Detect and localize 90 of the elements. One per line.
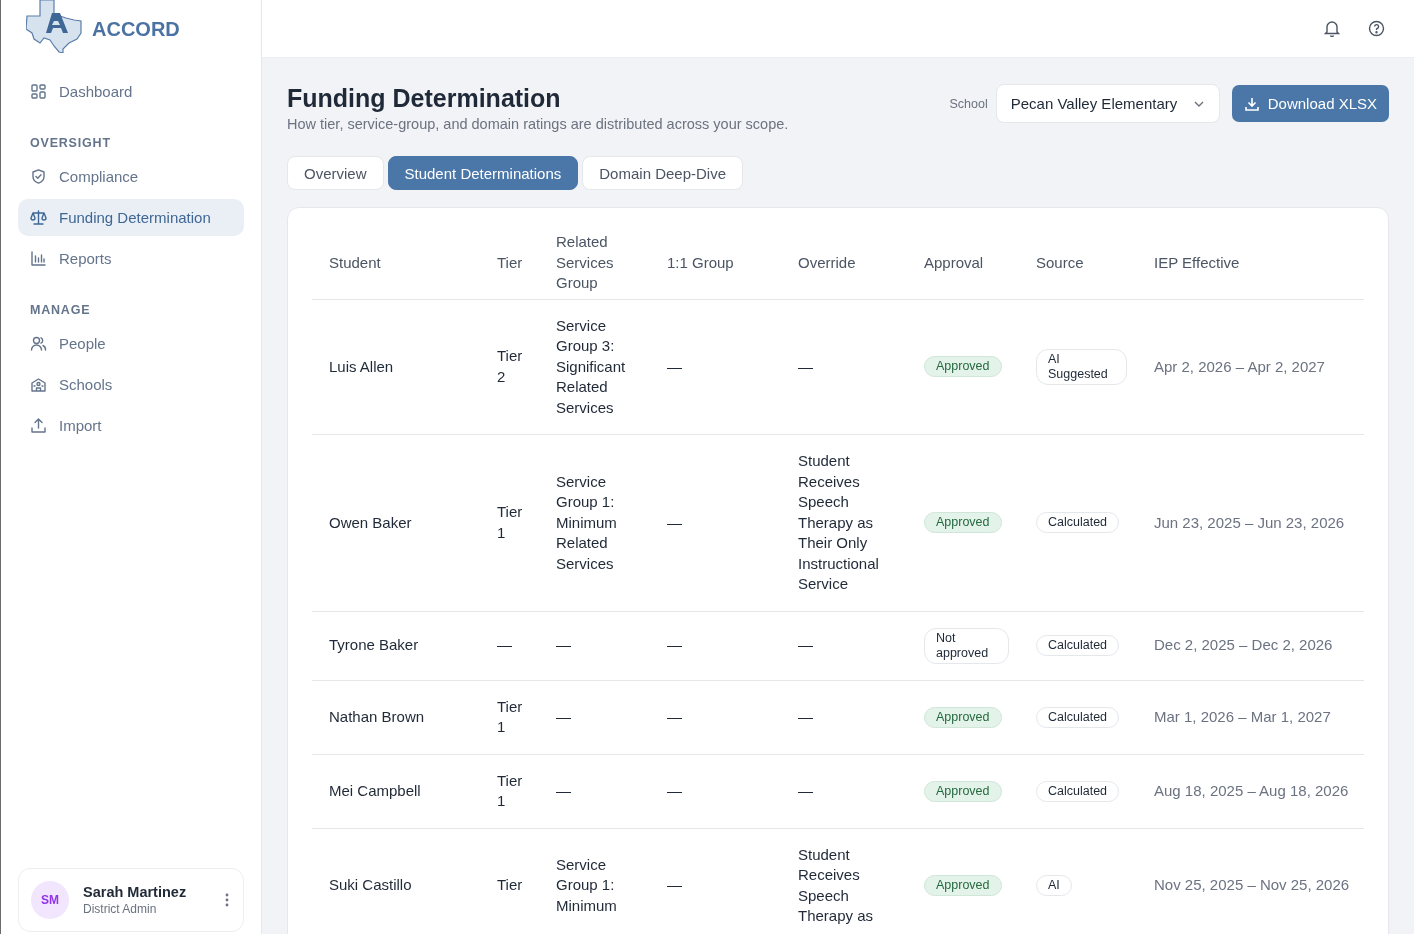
source-badge: Calculated (1036, 780, 1120, 802)
table-cell: Dec 2, 2025 – Dec 2, 2026 (1154, 636, 1333, 654)
column-header: Approval (924, 253, 984, 271)
table-cell: Mei Campbell (329, 781, 421, 799)
download-icon (1243, 95, 1260, 112)
table-cell: Suki Castillo (329, 876, 412, 894)
table-cell: Service Group 3: Significant Related Services (556, 316, 626, 416)
source-badge: Calculated (1036, 512, 1120, 534)
avatar: SM (31, 881, 69, 919)
chevron-icon (1192, 99, 1205, 108)
download-button[interactable]: Download XLSX (1231, 85, 1389, 122)
source-badge: Calculated (1036, 706, 1120, 728)
bar-chart-icon (30, 250, 47, 267)
table-cell: Student Receives Speech Therapy as Their Only Instructional Service (798, 452, 879, 592)
table-cell: — (667, 707, 682, 725)
column-header: IEP Effective (1154, 253, 1240, 271)
table-cell: Luis Allen (329, 357, 394, 375)
help-icon[interactable] (1368, 20, 1385, 37)
bell-icon[interactable] (1324, 20, 1340, 37)
approval-badge: Approved (924, 780, 1002, 802)
section-label: OVERSIGHT (29, 135, 112, 152)
source-badge: AI Suggested (1036, 348, 1127, 385)
approval-badge: Approved (924, 706, 1002, 728)
upload-icon (30, 417, 47, 434)
source-badge: Calculated (1036, 635, 1120, 656)
nav-item[interactable]: Import (18, 407, 244, 444)
table-cell: — (556, 636, 571, 654)
table-cell: — (667, 781, 682, 799)
table-cell: Owen Baker (329, 513, 412, 531)
page-subtitle: How tier, service-group, and domain ratings are distributed across your scope. (287, 116, 789, 132)
nav-item[interactable]: Schools (18, 366, 244, 403)
table-cell: Apr 2, 2026 – Apr 2, 2027 (1154, 357, 1325, 375)
table-cell: — (556, 707, 571, 725)
approval-badge: Approved (924, 356, 1002, 378)
section-label: MANAGE (29, 302, 92, 319)
column-header: Student (329, 253, 381, 271)
approval-badge: Approved (924, 512, 1002, 534)
school-label: School (949, 96, 988, 111)
tab[interactable]: Domain Deep-Dive (582, 156, 743, 190)
column-header: 1:1 Group (667, 253, 734, 271)
approval-badge: Approved (924, 875, 1002, 896)
table-cell: Tier 1 (497, 503, 523, 541)
table-cell: — (798, 357, 813, 375)
tab[interactable]: Student Determinations (387, 156, 579, 190)
page-title: Funding Determination (287, 84, 562, 113)
more-icon[interactable] (223, 891, 231, 909)
column-header: Related Services Group (556, 233, 614, 291)
nav-item[interactable]: People (18, 325, 244, 362)
source-badge: AI (1036, 875, 1072, 896)
table-cell: — (497, 636, 512, 654)
table-cell: Mar 1, 2026 – Mar 1, 2027 (1154, 707, 1331, 725)
nav-item[interactable]: Dashboard (18, 73, 244, 110)
table-cell: Service Group 1: Minimum Related Services (556, 472, 617, 572)
table-cell: Tier 2 (497, 347, 523, 385)
table-cell: Service Group 1: Minimum (556, 855, 617, 914)
user-name: Sarah Martinez (83, 884, 188, 900)
school-select[interactable]: Pecan Valley Elementary (995, 84, 1220, 123)
nav-item[interactable]: Funding Determination (18, 199, 244, 236)
tab[interactable]: Overview (287, 156, 384, 190)
people-icon (30, 335, 47, 352)
nav-item[interactable]: Reports (18, 240, 244, 277)
table-cell: Tier (497, 876, 523, 894)
school-icon (30, 376, 47, 393)
table-cell: — (798, 707, 813, 725)
nav-item[interactable]: Compliance (18, 158, 244, 195)
table-cell: Tyrone Baker (329, 636, 419, 654)
table-cell: — (798, 636, 813, 654)
table-cell: — (667, 636, 682, 654)
table-cell: Nov 25, 2025 – Nov 25, 2026 (1154, 876, 1350, 894)
table-cell: — (667, 513, 682, 531)
column-header: Override (798, 253, 856, 271)
table-cell: Aug 18, 2025 – Aug 18, 2026 (1154, 781, 1349, 799)
table-cell: — (667, 876, 682, 894)
brand-name: ACCORD (92, 17, 180, 41)
logo-icon (26, 0, 84, 53)
column-header: Tier (497, 253, 523, 271)
table-cell: — (798, 781, 813, 799)
column-header: Source (1036, 253, 1084, 271)
table-cell: — (667, 357, 682, 375)
table-cell: Jun 23, 2025 – Jun 23, 2026 (1154, 513, 1345, 531)
approval-badge: Not approved (924, 627, 1009, 664)
grid-icon (30, 83, 47, 100)
shield-icon (30, 168, 47, 185)
table-cell: Student Receives Speech Therapy as (798, 845, 874, 924)
scale-icon (30, 209, 47, 226)
table-cell: Nathan Brown (329, 707, 425, 725)
user-role: District Admin (83, 902, 158, 916)
table-cell: Tier 1 (497, 771, 523, 809)
table-cell: — (556, 781, 571, 799)
table-cell: Tier 1 (497, 697, 523, 735)
